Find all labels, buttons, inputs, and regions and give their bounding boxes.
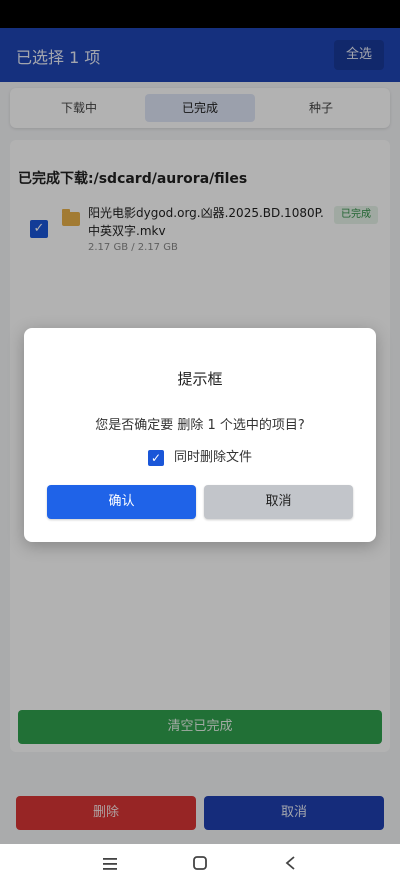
dialog-cancel-button[interactable]: 取消 (204, 485, 353, 519)
system-nav-bar (0, 844, 400, 889)
dialog-message: 您是否确定要 删除 1 个选中的项目? (95, 418, 305, 433)
menu-icon[interactable] (98, 854, 122, 878)
delete-files-checkbox[interactable]: ✓ (148, 450, 164, 466)
confirm-button[interactable]: 确认 (47, 485, 196, 519)
check-icon: ✓ (150, 451, 162, 465)
home-icon[interactable] (188, 854, 212, 878)
delete-files-label: 同时删除文件 (174, 450, 253, 465)
dialog-title: 提示框 (177, 370, 223, 388)
status-bar (0, 0, 400, 28)
confirm-dialog: 提示框 您是否确定要 删除 1 个选中的项目? ✓ 同时删除文件 确认 取消 (24, 328, 376, 542)
back-icon[interactable] (278, 854, 302, 878)
